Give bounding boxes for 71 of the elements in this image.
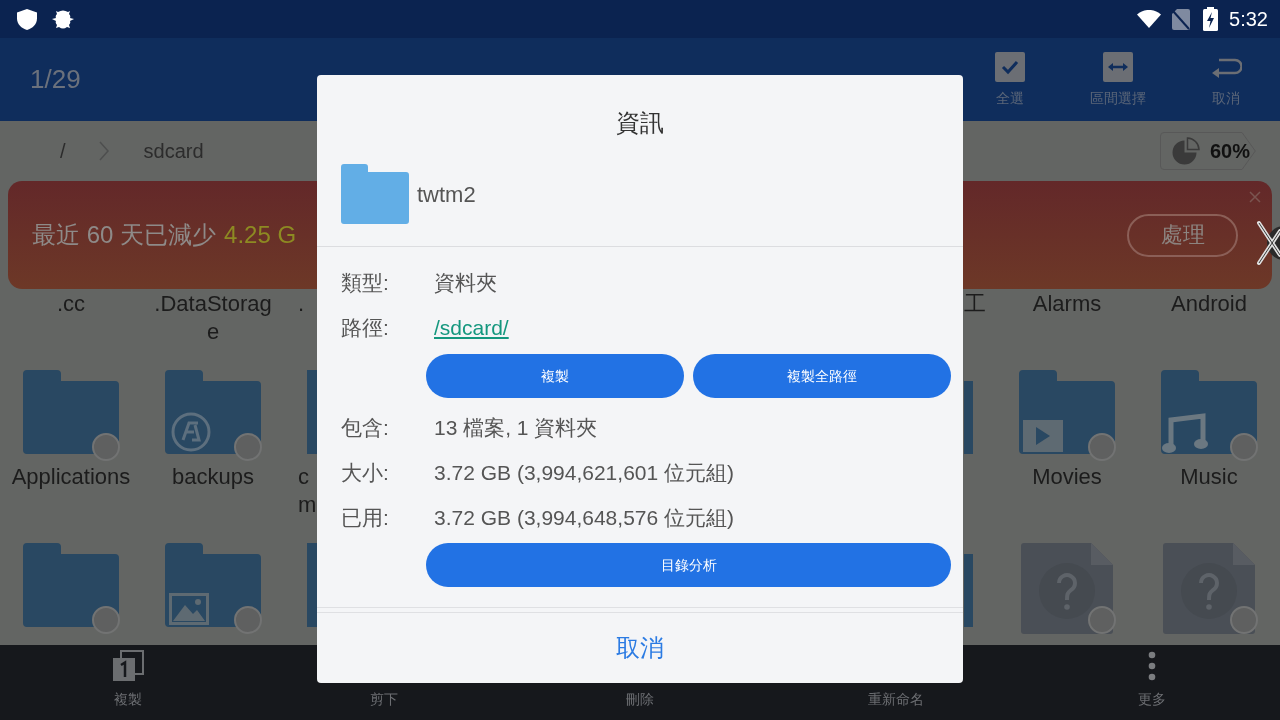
select-circle[interactable] [92,433,120,461]
field-value: 3.72 GB (3,994,621,601 位元組) [434,459,734,486]
analyze-button[interactable]: 目錄分析 [426,543,951,587]
toolbar-button[interactable]: 重新命名 [868,690,924,708]
return-arrow-icon [1210,56,1242,78]
logo-folder-icon[interactable] [165,370,261,454]
toolbar-button[interactable]: 更多 [1138,690,1166,708]
dialog-title: 資訊 [615,108,665,138]
picture-folder-icon[interactable] [165,543,261,627]
select-circle[interactable] [234,433,262,461]
checkbox-icon [995,52,1025,82]
file-name[interactable]: Movies [1007,463,1127,543]
toolbar-button[interactable]: 全選 [965,52,1055,107]
video-folder-icon[interactable] [1019,370,1115,454]
field-value: 資料夾 [434,269,497,296]
banner-amount: 4.25 G [224,220,297,250]
cancel-button[interactable]: 取消 [317,613,963,683]
file-name: 工 [964,290,987,318]
field-label: 路徑: [341,314,390,341]
copy-button[interactable]: 複製 [426,354,684,398]
more-icon[interactable] [1148,651,1156,681]
field-label: 類型: [341,269,390,296]
battery-charging-icon [1203,7,1219,31]
handle-button[interactable]: 處理 [1127,213,1238,257]
selection-counter: 1/29 [30,63,81,96]
select-circle[interactable] [1230,433,1258,461]
toolbar-button[interactable]: 刪除 [626,690,654,708]
file-name[interactable]: Music [1149,463,1269,543]
field-label: 已用: [341,504,390,531]
select-circle[interactable] [234,606,262,634]
shield-icon [17,8,37,30]
toolbar-button[interactable]: 複製 [114,690,142,708]
field-label: 包含: [341,414,390,441]
pie-chart-icon [1172,137,1200,165]
storage-indicator[interactable]: 60% [1160,132,1256,170]
wifi-icon [1137,10,1162,28]
file-name[interactable]: backups [153,463,273,543]
file-name: . [298,290,306,318]
breadcrumb-item[interactable]: sdcard [143,136,204,166]
file-name[interactable]: .DataStorage [153,290,273,370]
copy-button[interactable]: 複製全路徑 [693,354,951,398]
toolbar-button[interactable]: 剪下 [370,690,398,708]
folder-icon[interactable] [23,543,119,627]
field-value: 13 檔案, 1 資料夾 [434,414,598,441]
file-name[interactable]: Alarms [1007,290,1127,370]
file-name[interactable]: .cc [11,290,131,370]
unknown-file-icon[interactable] [1161,543,1257,634]
select-circle[interactable] [92,606,120,634]
file-name[interactable]: Android [1149,290,1269,370]
file-name[interactable]: Applications [11,463,131,543]
file-name: c m [298,463,318,519]
folder-icon [307,370,317,454]
banner-text: 最近 60 天已減少 [32,220,217,250]
field-label: 大小: [341,459,390,486]
folder-icon[interactable] [23,370,119,454]
field-value: 3.72 GB (3,994,648,576 位元組) [434,504,734,531]
no-sim-icon [1172,8,1191,30]
bug-icon [52,9,74,29]
unknown-file-icon[interactable] [1019,543,1115,634]
toolbar-button[interactable]: 取消 [1181,52,1271,107]
folder-icon [307,543,317,627]
breadcrumb-item[interactable]: / [60,136,66,166]
close-icon[interactable] [1249,191,1261,203]
copy-icon[interactable] [111,650,145,682]
status-time: 5:32 [1229,7,1268,31]
toolbar-button[interactable]: 區間選擇 [1073,52,1163,107]
select-circle[interactable] [1088,433,1116,461]
music-folder-icon[interactable] [1161,370,1257,454]
folder-name: twtm2 [417,180,476,209]
path-link[interactable]: /sdcard/ [434,311,509,344]
folder-icon [341,164,409,224]
